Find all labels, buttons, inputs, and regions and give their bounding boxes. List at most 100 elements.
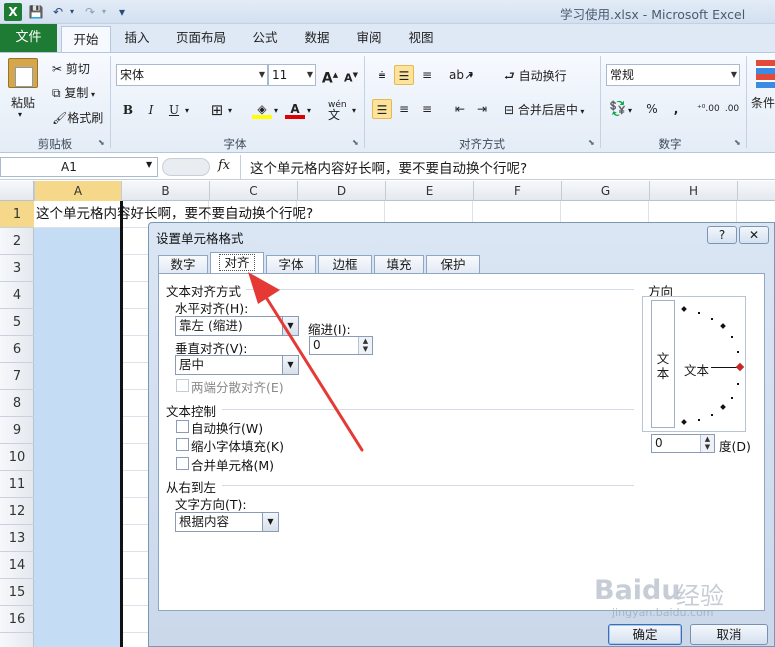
formula-input[interactable]: 这个单元格内容好长啊，要不要自动换个行呢? <box>250 157 527 177</box>
column-header[interactable]: G <box>561 181 649 201</box>
format-painter-button[interactable]: 🖌格式刷 <box>52 109 103 126</box>
merge-center-button[interactable]: ⊟ 合并后居中 ▾ <box>504 101 584 118</box>
row-header[interactable]: 15 <box>0 579 34 606</box>
fill-color-dropdown-icon[interactable]: ▾ <box>274 106 278 115</box>
shrink-to-fit-checkbox[interactable] <box>176 438 189 451</box>
save-icon[interactable]: 💾 <box>28 4 44 20</box>
selected-column-a[interactable] <box>34 228 121 647</box>
orientation-dropdown-icon[interactable]: ▾ <box>469 71 473 80</box>
column-header[interactable]: C <box>209 181 297 201</box>
italic-button[interactable]: I <box>141 100 161 120</box>
row-header[interactable]: 1 <box>0 201 34 228</box>
phonetic-icon[interactable]: wén 文 <box>328 100 347 121</box>
row-header[interactable]: 14 <box>0 552 34 579</box>
cancel-button[interactable]: 取消 <box>690 624 768 645</box>
tab-data[interactable]: 数据 <box>296 24 338 52</box>
row-header[interactable]: 3 <box>0 255 34 282</box>
comma-button[interactable]: , <box>666 99 686 119</box>
tab-view[interactable]: 视图 <box>400 24 442 52</box>
tab-review[interactable]: 审阅 <box>348 24 390 52</box>
underline-dropdown-icon[interactable]: ▾ <box>185 106 189 115</box>
wrap-text-button[interactable]: ⮐ 自动换行 <box>504 67 567 88</box>
font-launcher-icon[interactable]: ⬊ <box>352 138 359 147</box>
copy-button[interactable]: ⧉ 复制 ▾ <box>52 84 95 101</box>
orientation-icon[interactable]: ab↗ <box>449 65 474 85</box>
align-center-icon[interactable]: ≡ <box>394 99 414 119</box>
column-header[interactable]: A <box>34 181 121 201</box>
align-top-icon[interactable]: ⩧ <box>372 65 392 85</box>
tab-home[interactable]: 开始 <box>61 26 111 53</box>
number-format-combo[interactable]: 常规 ▼ <box>606 64 740 86</box>
increase-indent-icon[interactable]: ⇥ <box>472 99 492 119</box>
customize-toolbar-icon[interactable]: ▾ <box>114 4 130 20</box>
number-launcher-icon[interactable]: ⬊ <box>734 138 741 147</box>
wrap-text-checkbox[interactable] <box>176 420 189 433</box>
conditional-format-icon[interactable] <box>756 60 775 88</box>
help-button[interactable]: ? <box>707 226 737 244</box>
font-color-icon[interactable]: A <box>285 99 305 119</box>
formula-bar-expander[interactable] <box>162 158 210 176</box>
row-header[interactable]: 11 <box>0 471 34 498</box>
tab-fill[interactable]: 填充 <box>374 255 424 274</box>
tab-page-layout[interactable]: 页面布局 <box>168 24 234 52</box>
tab-number[interactable]: 数字 <box>158 255 208 274</box>
cut-button[interactable]: ✂ 剪切 <box>52 60 90 77</box>
alignment-launcher-icon[interactable]: ⬊ <box>588 138 595 147</box>
font-size-combo[interactable]: 11 ▼ <box>268 64 316 86</box>
currency-icon[interactable]: 💱 <box>608 99 628 119</box>
paste-button[interactable]: 粘贴 <box>11 94 35 111</box>
excel-app-icon[interactable]: X <box>4 3 22 21</box>
row-header[interactable]: 8 <box>0 390 34 417</box>
increase-decimal-icon[interactable]: ⁺⁰.00 <box>697 99 720 119</box>
borders-dropdown-icon[interactable]: ▾ <box>228 106 232 115</box>
spinner-arrows-icon[interactable]: ▲ ▼ <box>700 435 714 452</box>
row-header[interactable]: 16 <box>0 606 34 633</box>
row-header[interactable]: 9 <box>0 417 34 444</box>
paste-icon[interactable] <box>8 58 38 88</box>
percent-button[interactable]: % <box>642 99 662 119</box>
column-header[interactable] <box>737 181 775 201</box>
decrease-indent-icon[interactable]: ⇤ <box>450 99 470 119</box>
align-bottom-icon[interactable]: ≡ <box>417 65 437 85</box>
paste-dropdown-icon[interactable]: ▾ <box>18 110 22 119</box>
name-box[interactable]: A1 <box>0 157 158 177</box>
row-header[interactable]: 5 <box>0 309 34 336</box>
select-all-button[interactable] <box>0 181 34 201</box>
name-box-dropdown-icon[interactable]: ▼ <box>146 160 152 169</box>
align-right-icon[interactable]: ≡ <box>417 99 437 119</box>
phonetic-dropdown-icon[interactable]: ▾ <box>352 106 356 115</box>
bold-button[interactable]: B <box>118 100 138 120</box>
redo-dropdown-icon[interactable]: ▾ <box>96 4 112 20</box>
grow-font-button[interactable]: A▲ <box>320 65 340 87</box>
merge-cells-checkbox[interactable] <box>176 457 189 470</box>
row-header[interactable]: 10 <box>0 444 34 471</box>
clipboard-launcher-icon[interactable]: ⬊ <box>98 138 105 147</box>
row-header[interactable]: 6 <box>0 336 34 363</box>
decrease-decimal-icon[interactable]: .00 <box>722 99 742 119</box>
undo-dropdown-icon[interactable]: ▾ <box>64 4 80 20</box>
shrink-font-button[interactable]: A▼ <box>341 65 361 85</box>
currency-dropdown-icon[interactable]: ▾ <box>628 106 632 115</box>
column-header[interactable]: D <box>297 181 385 201</box>
row-header[interactable]: 2 <box>0 228 34 255</box>
ok-button[interactable]: 确定 <box>608 624 682 645</box>
underline-button[interactable]: U <box>164 100 184 120</box>
tab-protection[interactable]: 保护 <box>426 255 480 274</box>
tab-insert[interactable]: 插入 <box>116 24 158 52</box>
close-button[interactable]: ✕ <box>739 226 769 244</box>
insert-function-button[interactable]: fx <box>218 158 230 173</box>
column-header[interactable]: B <box>121 181 209 201</box>
align-left-icon[interactable]: ☰ <box>372 99 392 119</box>
borders-icon[interactable]: ⊞ <box>207 100 227 120</box>
row-header[interactable]: 12 <box>0 498 34 525</box>
text-direction-select[interactable]: 根据内容 ▼ <box>175 512 279 532</box>
align-middle-icon[interactable]: ☰ <box>394 65 414 85</box>
font-name-combo[interactable]: 宋体 ▼ <box>116 64 268 86</box>
conditional-format-button[interactable]: 条件 <box>751 94 775 111</box>
justify-distributed-checkbox[interactable] <box>176 379 189 392</box>
column-header[interactable]: E <box>385 181 473 201</box>
row-header[interactable]: 7 <box>0 363 34 390</box>
degrees-spinner[interactable]: 0 ▲ ▼ <box>651 434 715 453</box>
column-header[interactable]: F <box>473 181 561 201</box>
tab-file[interactable]: 文件 <box>0 24 57 52</box>
